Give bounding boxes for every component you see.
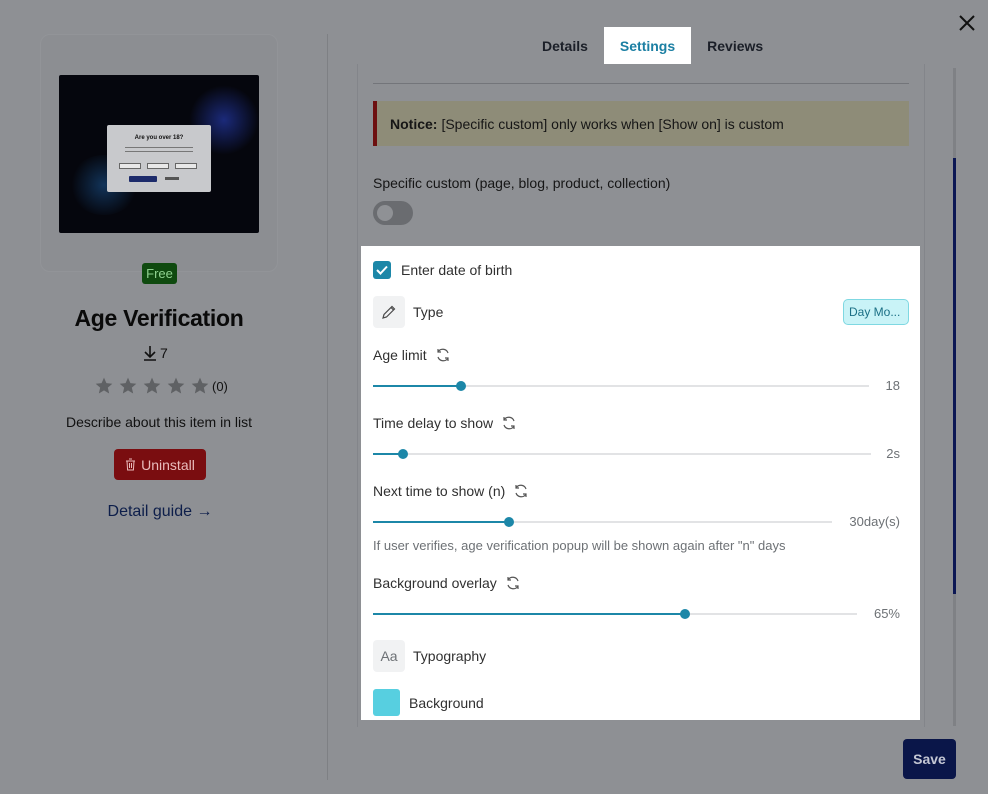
age-limit-row: Age limit	[373, 347, 451, 363]
star-icon	[119, 377, 137, 394]
slider-handle[interactable]	[397, 449, 408, 459]
typography-row[interactable]: Aa Typography	[373, 640, 486, 672]
preview-modal: Are you over 18?	[107, 125, 211, 192]
typography-icon-text: Aa	[380, 648, 398, 664]
app-title: Age Verification	[74, 305, 244, 331]
notice-title: Notice:	[390, 115, 438, 132]
download-count-value: 7	[160, 345, 168, 361]
trash-icon	[126, 458, 136, 471]
next-time-label: Next time to show (n)	[373, 483, 506, 499]
type-label: Type	[413, 304, 444, 320]
next-time-value: 30day(s)	[849, 514, 900, 529]
save-button[interactable]: Save	[903, 739, 956, 779]
app-preview-card: Are you over 18?	[40, 34, 278, 272]
pencil-icon	[382, 305, 396, 319]
notice-text: [Specific custom] only works when [Show …	[441, 115, 784, 132]
next-time-slider[interactable]	[373, 516, 832, 528]
type-icon-box[interactable]	[373, 296, 405, 328]
background-color-swatch[interactable]	[373, 689, 400, 716]
rating-stars: (0)	[92, 376, 228, 396]
overlay-label: Background overlay	[373, 575, 497, 591]
detail-guide-link[interactable]: Detail guide →	[0, 503, 320, 521]
overlay-value: 65%	[873, 606, 900, 621]
reset-icon[interactable]	[513, 483, 529, 499]
dob-row: Enter date of birth	[373, 261, 512, 279]
notice-banner: Notice: [Specific custom] only works whe…	[373, 101, 909, 146]
tab-reviews[interactable]: Reviews	[691, 27, 779, 64]
next-time-row: Next time to show (n)	[373, 483, 529, 499]
slider-handle[interactable]	[504, 517, 515, 527]
preview-modal-title: Are you over 18?	[134, 135, 184, 141]
close-icon[interactable]	[955, 11, 979, 35]
overlay-slider[interactable]	[373, 608, 857, 620]
age-limit-slider[interactable]	[373, 380, 869, 392]
time-delay-slider[interactable]	[373, 448, 871, 460]
type-row: Type	[373, 296, 443, 328]
star-icon	[167, 377, 185, 394]
reset-icon[interactable]	[501, 415, 517, 431]
star-icon	[143, 377, 161, 394]
age-limit-label: Age limit	[373, 347, 427, 363]
scrollbar-thumb[interactable]	[953, 158, 956, 594]
background-row[interactable]: Background	[373, 689, 484, 716]
tab-bar: Details Settings Reviews	[526, 27, 779, 64]
free-badge: Free	[142, 263, 177, 284]
tab-settings[interactable]: Settings	[603, 27, 692, 64]
slider-handle[interactable]	[455, 381, 466, 391]
time-delay-value: 2s	[886, 446, 900, 461]
uninstall-label: Uninstall	[141, 456, 195, 473]
next-time-help-text: If user verifies, age verification popup…	[373, 538, 786, 553]
rating-count: (0)	[212, 378, 228, 394]
specific-custom-toggle[interactable]	[373, 201, 413, 225]
check-icon	[376, 265, 388, 275]
dob-label: Enter date of birth	[401, 262, 513, 278]
app-preview-image: Are you over 18?	[59, 75, 259, 233]
time-delay-row: Time delay to show	[373, 415, 517, 431]
reset-icon[interactable]	[505, 575, 521, 591]
divider	[373, 83, 909, 84]
column-divider	[327, 34, 328, 780]
uninstall-button[interactable]: Uninstall	[114, 449, 206, 480]
background-label: Background	[409, 694, 484, 711]
slider-handle[interactable]	[680, 609, 691, 619]
type-value-badge[interactable]: Day Mo...	[843, 299, 909, 325]
overlay-row: Background overlay	[373, 575, 521, 591]
typography-label: Typography	[413, 648, 487, 664]
download-icon	[144, 346, 156, 361]
time-delay-label: Time delay to show	[373, 415, 494, 431]
specific-custom-label: Specific custom (page, blog, product, co…	[373, 175, 671, 191]
dob-checkbox[interactable]	[373, 261, 391, 279]
age-limit-value: 18	[885, 378, 900, 393]
app-description: Describe about this item in list	[66, 414, 252, 430]
star-icon	[95, 377, 113, 394]
tab-details[interactable]: Details	[526, 27, 604, 64]
star-icon	[191, 377, 209, 394]
reset-icon[interactable]	[435, 347, 451, 363]
download-count: 7	[143, 345, 168, 361]
typography-icon: Aa	[373, 640, 405, 672]
